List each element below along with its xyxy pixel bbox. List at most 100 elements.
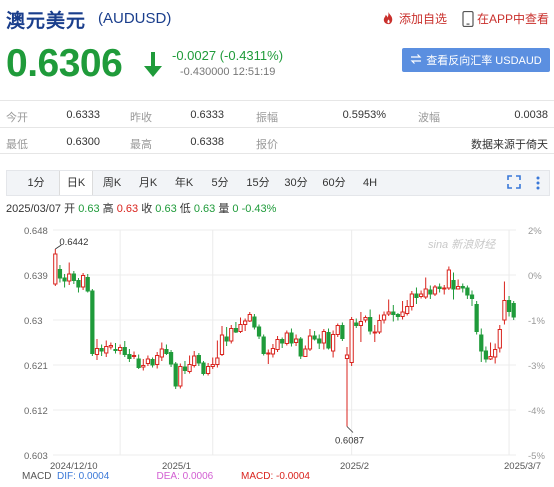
- candle-body: [261, 336, 266, 354]
- candle-body: [182, 366, 188, 371]
- candle: [506, 296, 512, 317]
- view-in-app-link[interactable]: 在APP中查看: [462, 10, 549, 27]
- candle: [363, 315, 368, 323]
- candle: [405, 300, 410, 316]
- add-watchlist-link[interactable]: 添加自选: [381, 10, 447, 27]
- y-axis-left: 0.648 0.639 0.63 0.621 0.612 0.603: [24, 226, 48, 462]
- candle-info-line: 2025/03/07 开 0.63 高 0.63 收 0.63 低 0.63 量…: [6, 200, 276, 216]
- macd-value: MACD: -0.0004: [241, 471, 310, 482]
- chart-grid: [53, 229, 516, 456]
- candle: [229, 325, 234, 344]
- candle-body: [275, 339, 280, 350]
- y-tick-label-right: -3%: [528, 361, 545, 372]
- candle: [479, 328, 484, 362]
- candle-body: [104, 346, 109, 354]
- candle: [159, 342, 164, 361]
- candle: [344, 347, 350, 427]
- candle-body: [284, 332, 289, 344]
- candle: [437, 283, 442, 293]
- candle-body: [349, 319, 354, 363]
- candle: [168, 350, 174, 367]
- stats-row: 最低 0.6300 最高 0.6338 报价 数据来源于倚天: [0, 127, 554, 154]
- candle: [377, 314, 382, 334]
- candle-body: [159, 348, 164, 358]
- reverse-rate-button[interactable]: 查看反向汇率 USDAUD: [402, 48, 550, 72]
- candlestick-chart[interactable]: sina 新浪财经 0.6480.6390.630.6210.6120.603 …: [0, 218, 554, 470]
- candle: [150, 357, 155, 368]
- tab-30min[interactable]: 30分: [279, 171, 313, 195]
- candle: [210, 357, 215, 369]
- candle-body: [150, 359, 155, 366]
- candle: [469, 290, 475, 306]
- candle-body: [340, 325, 345, 339]
- candle-body: [224, 336, 229, 342]
- candle: [298, 337, 303, 359]
- candle: [247, 312, 252, 322]
- candle-body: [113, 349, 118, 351]
- candle-body: [414, 293, 419, 298]
- candle-body: [488, 356, 493, 360]
- candle: [76, 278, 81, 293]
- candle: [414, 287, 419, 304]
- candle-body: [85, 277, 90, 292]
- candle: [451, 272, 456, 300]
- stat-label: 报价: [256, 139, 278, 151]
- candle-body: [358, 321, 364, 326]
- candle: [409, 291, 414, 311]
- candle-body: [303, 348, 308, 357]
- more-options-icon[interactable]: [535, 175, 541, 196]
- info-close-label: 收: [141, 203, 153, 215]
- candle-body: [298, 338, 303, 357]
- y-tick-label-right: 0%: [528, 271, 542, 282]
- tab-yearly[interactable]: 年K: [169, 171, 199, 195]
- stat-label: 最低: [6, 139, 28, 151]
- candle: [423, 277, 428, 299]
- y-tick-label: 0.639: [24, 271, 48, 282]
- phone-icon: [462, 10, 474, 27]
- candle-body: [493, 349, 498, 358]
- tab-monthly[interactable]: 月K: [133, 171, 163, 195]
- candle-body: [173, 363, 178, 387]
- stat-value: 0.6333: [66, 109, 100, 121]
- stat-label: 波幅: [418, 112, 440, 124]
- tab-daily[interactable]: 日K: [59, 171, 93, 195]
- candle-body: [372, 331, 377, 334]
- candle-body: [229, 328, 234, 342]
- candle-body: [57, 269, 63, 279]
- candle-body: [418, 293, 424, 297]
- tab-weekly[interactable]: 周K: [97, 171, 127, 195]
- candle-body: [321, 331, 326, 344]
- price-change: -0.0027 (-0.4311%): [172, 48, 284, 63]
- stat-value: 0.6338: [190, 136, 224, 148]
- candle: [293, 334, 299, 346]
- candle: [474, 301, 479, 335]
- candle: [178, 363, 183, 389]
- candle: [90, 289, 95, 356]
- candle: [136, 354, 141, 369]
- candle-body: [256, 326, 262, 337]
- current-price: 0.6306: [6, 42, 123, 85]
- candle: [145, 355, 151, 366]
- candle-body: [252, 316, 257, 328]
- candle: [460, 283, 465, 293]
- y-tick-label-right: -1%: [528, 316, 545, 327]
- candle-body: [118, 347, 123, 351]
- fullscreen-icon[interactable]: [507, 175, 521, 194]
- candle: [155, 352, 160, 369]
- stat-value: 0.0038: [514, 109, 548, 121]
- y-tick-label-right: -4%: [528, 406, 545, 417]
- candle: [219, 326, 225, 356]
- candle: [465, 285, 470, 299]
- tab-5min[interactable]: 5分: [205, 171, 235, 195]
- tab-4h[interactable]: 4H: [355, 171, 385, 195]
- currency-name: 澳元美元: [6, 11, 87, 32]
- tab-60min[interactable]: 60分: [317, 171, 351, 195]
- tab-1min[interactable]: 1分: [21, 171, 51, 195]
- candle-body: [497, 329, 502, 349]
- candle: [326, 328, 331, 350]
- tab-15min[interactable]: 15分: [241, 171, 275, 195]
- candle: [53, 249, 58, 286]
- candle-body: [432, 286, 438, 295]
- candle-body: [67, 273, 72, 282]
- info-high: 0.63: [116, 203, 139, 215]
